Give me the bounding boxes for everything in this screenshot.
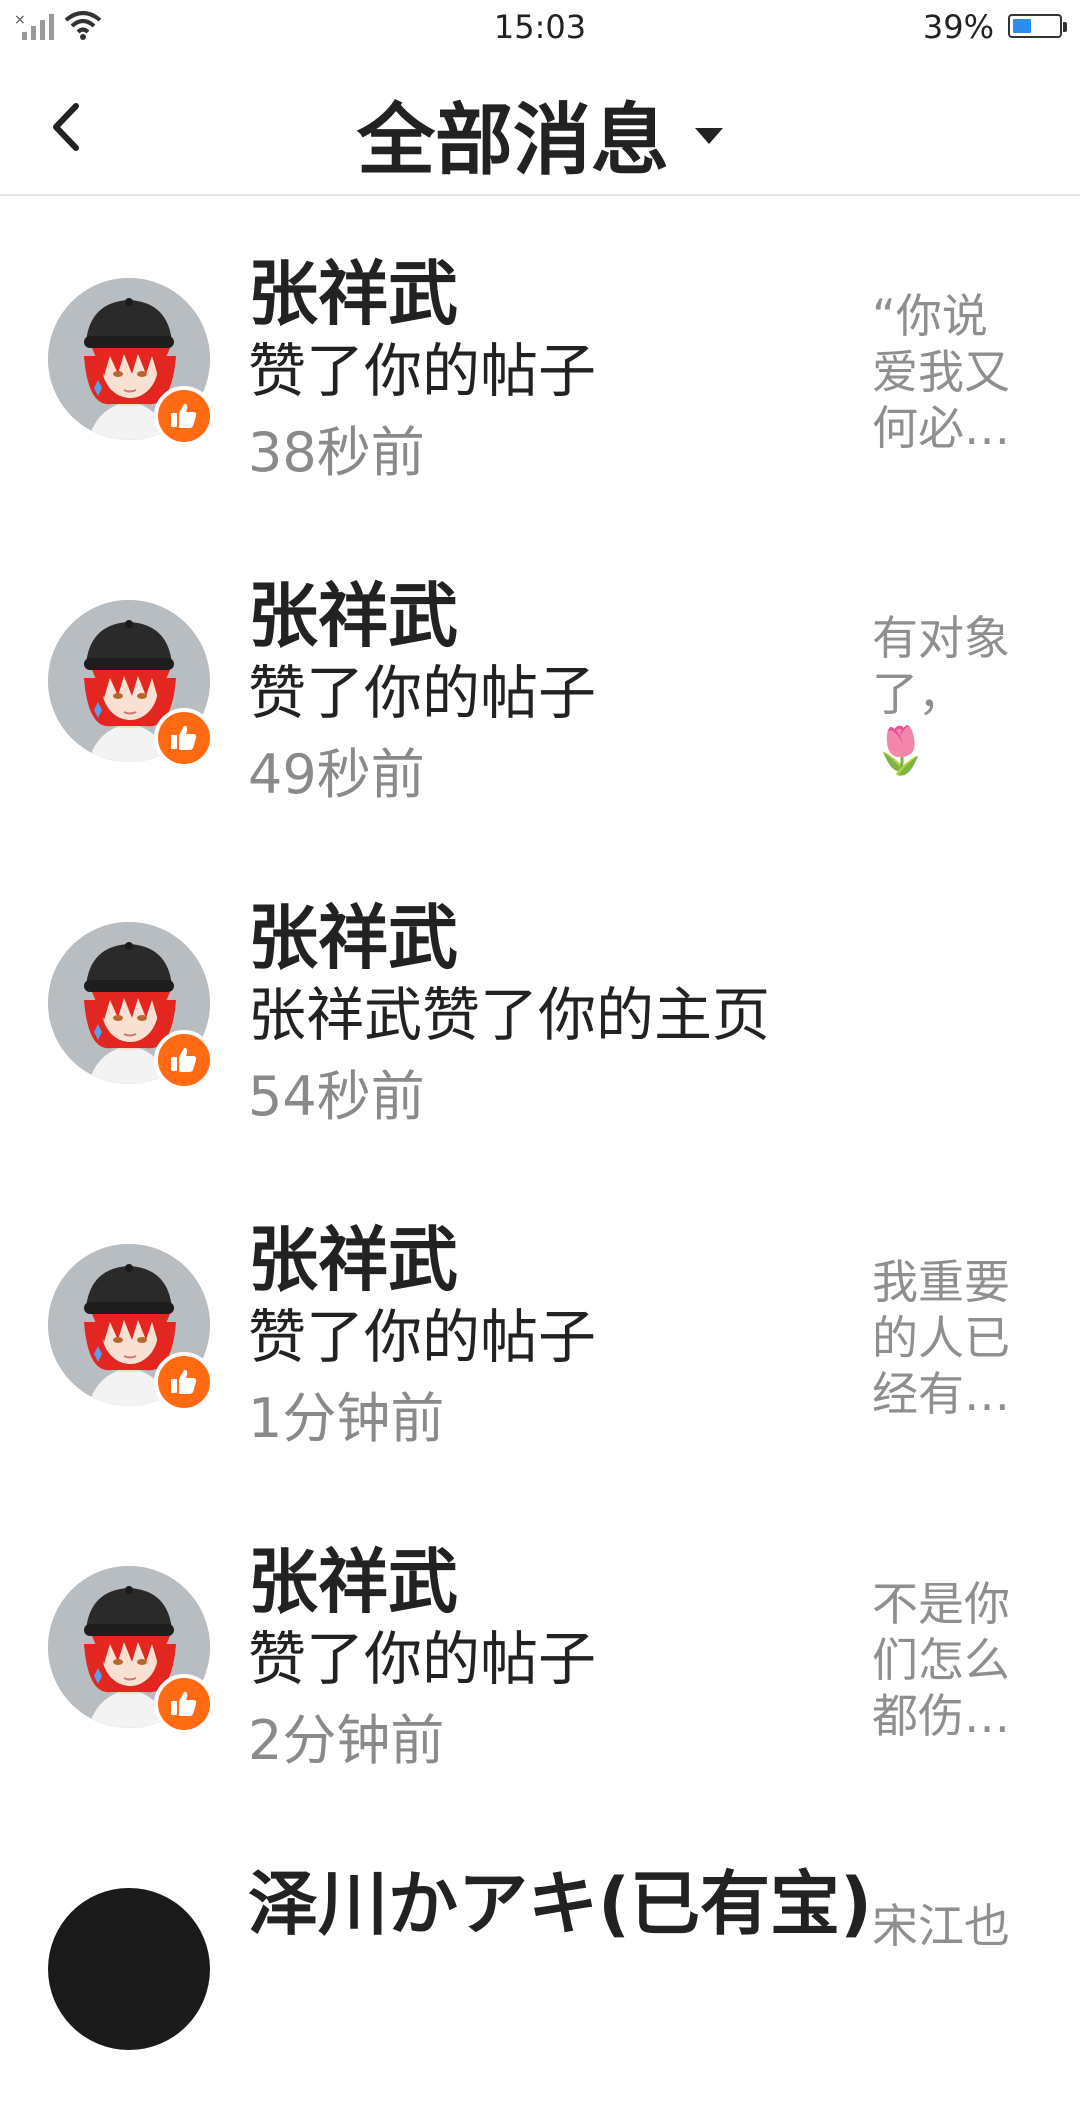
message-time: 2分钟前 [248,1709,445,1772]
message-item[interactable]: 张祥武 赞了你的帖子 1分钟前 我重要的人已经有… [0,1162,1080,1484]
avatar[interactable] [48,922,214,1090]
message-action: 赞了你的帖子 [248,659,597,727]
thumbs-up-badge-icon [154,708,214,768]
post-preview[interactable]: 宋江也 [872,1898,1020,1954]
message-time: 49秒前 [248,743,425,806]
page-title: 全部消息 [356,96,669,186]
thumbs-up-badge-icon [154,386,214,446]
message-list: 张祥武 赞了你的帖子 38秒前 “你说爱我又何必… 张祥武 赞了你的帖子 49秒… [0,196,1080,2128]
message-item[interactable]: 张祥武 赞了你的帖子 49秒前 有对象了，🌷😊… [0,518,1080,840]
message-action: 赞了你的帖子 [248,1303,597,1371]
status-time: 15:03 [493,8,587,46]
message-time: 38秒前 [248,421,425,484]
post-preview[interactable]: 不是你们怎么都伤… [872,1576,1020,1744]
post-preview[interactable]: 我重要的人已经有… [872,1254,1020,1422]
avatar[interactable] [48,1888,210,2050]
avatar[interactable] [48,600,214,768]
post-preview[interactable]: “你说爱我又何必… [872,288,1020,456]
battery-percent: 39% [922,8,994,46]
status-bar: × 15:03 39% [0,0,1080,56]
message-item[interactable]: 张祥武 赞了你的帖子 38秒前 “你说爱我又何必… [0,196,1080,518]
message-time: 1分钟前 [248,1387,445,1450]
title-dropdown[interactable]: 全部消息 [0,78,1080,190]
thumbs-up-badge-icon [154,1030,214,1090]
message-item[interactable]: 张祥武 赞了你的帖子 2分钟前 不是你们怎么都伤… [0,1484,1080,1806]
header-bar: 全部消息 [0,56,1080,196]
message-action: 赞了你的帖子 [248,1625,597,1693]
post-preview[interactable]: 有对象了，🌷😊… [872,610,1020,778]
avatar[interactable] [48,278,214,446]
thumbs-up-badge-icon [154,1352,214,1412]
avatar[interactable] [48,1566,214,1734]
message-action: 赞了你的帖子 [248,337,597,405]
avatar[interactable] [48,1244,214,1412]
thumbs-up-badge-icon [154,1674,214,1734]
battery-icon [1008,14,1067,38]
message-time: 54秒前 [248,1065,425,1128]
message-action: 张祥武赞了你的主页 [248,981,771,1049]
message-item[interactable]: 泽川かアキ(已有宝) 宋江也 [0,1806,1080,2128]
caret-down-icon [695,128,723,144]
message-item[interactable]: 张祥武 张祥武赞了你的主页 54秒前 [0,840,1080,1162]
sender-name[interactable]: 泽川かアキ(已有宝) [248,1848,872,1949]
